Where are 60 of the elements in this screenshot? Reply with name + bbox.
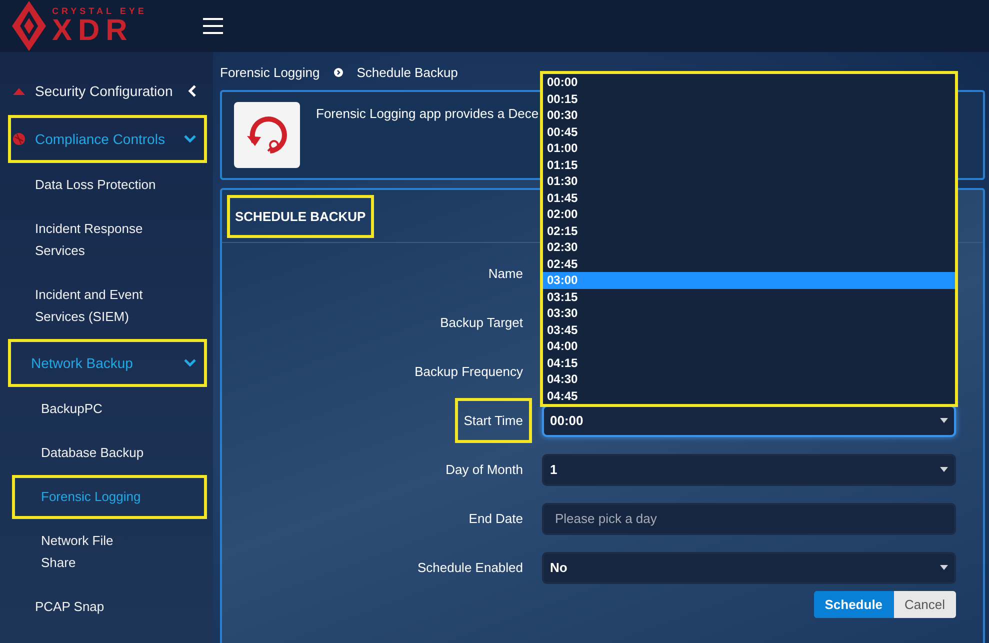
schedule-button[interactable]: Schedule — [814, 591, 894, 618]
field-label: End Date — [468, 510, 524, 528]
globe-icon — [13, 133, 25, 145]
caret-icon — [940, 467, 948, 472]
input-field[interactable]: Please pick a day — [542, 502, 956, 534]
dropdown-option[interactable]: 02:45 — [543, 256, 955, 272]
dropdown-option[interactable]: 01:45 — [543, 190, 955, 206]
select-field[interactable]: No — [542, 552, 956, 584]
triangle-icon — [13, 88, 25, 94]
select-field[interactable]: 00:00 — [542, 404, 956, 436]
sidebar-item[interactable]: PCAP Snap — [12, 585, 207, 629]
caret-icon — [940, 418, 948, 423]
dropdown-option[interactable]: 02:30 — [543, 239, 955, 256]
field-label: Start Time — [454, 398, 532, 443]
field-label: Day of Month — [444, 461, 524, 479]
sidebar-item[interactable]: Incident Response Services — [12, 207, 207, 273]
app-icon — [234, 102, 300, 168]
dropdown-option[interactable]: 03:15 — [543, 288, 955, 305]
dropdown-option[interactable]: 00:15 — [543, 90, 955, 107]
dropdown-option[interactable]: 04:30 — [543, 371, 955, 388]
intro-text: Forensic Logging app provides a Dece — [316, 106, 539, 121]
field-label: Backup Target — [439, 314, 524, 332]
sidebar-item[interactable]: Database Backup — [12, 431, 207, 475]
dropdown-option[interactable]: 00:45 — [543, 124, 955, 140]
menu-button[interactable] — [202, 18, 223, 34]
dropdown-option[interactable]: 04:00 — [543, 338, 955, 354]
chevron-left-icon — [188, 85, 196, 97]
chevron-down-icon — [184, 135, 196, 143]
logo-text: XDR — [52, 16, 134, 46]
dropdown-option[interactable]: 01:00 — [543, 140, 955, 156]
card-title: SCHEDULE BACKUP — [227, 194, 374, 238]
sidebar-item[interactable]: Security Configuration — [8, 67, 207, 115]
arrow-circle-icon — [334, 68, 343, 76]
cancel-button[interactable]: Cancel — [894, 591, 956, 618]
dropdown-option[interactable]: 02:00 — [543, 206, 955, 222]
dropdown-option[interactable]: 01:30 — [543, 173, 955, 190]
sidebar-item[interactable]: BackupPC — [12, 387, 207, 431]
field-label: Backup Frequency — [414, 363, 524, 381]
dropdown-option[interactable]: 03:45 — [543, 322, 955, 338]
sidebar-item[interactable]: Compliance Controls — [8, 115, 207, 163]
dropdown-option[interactable]: 04:15 — [543, 354, 955, 371]
breadcrumb-item: Schedule Backup — [356, 64, 458, 80]
dropdown-option[interactable]: 04:45 — [543, 388, 955, 404]
dropdown-option[interactable]: 00:30 — [543, 107, 955, 124]
dropdown-option[interactable]: 01:15 — [543, 156, 955, 173]
select-field[interactable]: 1 — [542, 454, 956, 486]
dropdown-option[interactable]: 02:15 — [543, 222, 955, 239]
sidebar-item[interactable]: Incident and Event Services (SIEM) — [12, 273, 207, 339]
sidebar-item[interactable]: Network File Share — [12, 519, 207, 585]
field-label: Schedule Enabled — [416, 559, 524, 577]
chevron-down-icon — [184, 359, 196, 367]
sidebar-item[interactable]: Forensic Logging — [12, 475, 207, 519]
dropdown-option[interactable]: 00:00 — [543, 74, 955, 90]
logo-tagline: CRYSTAL EYE — [52, 6, 147, 16]
field-label: Name — [487, 265, 524, 283]
dropdown-option[interactable]: 03:30 — [543, 305, 955, 322]
caret-icon — [940, 565, 948, 570]
breadcrumb-item[interactable]: Forensic Logging — [220, 64, 320, 80]
sidebar-item[interactable]: Data Loss Protection — [12, 163, 207, 207]
sidebar-item[interactable]: Network Backup — [8, 339, 207, 387]
